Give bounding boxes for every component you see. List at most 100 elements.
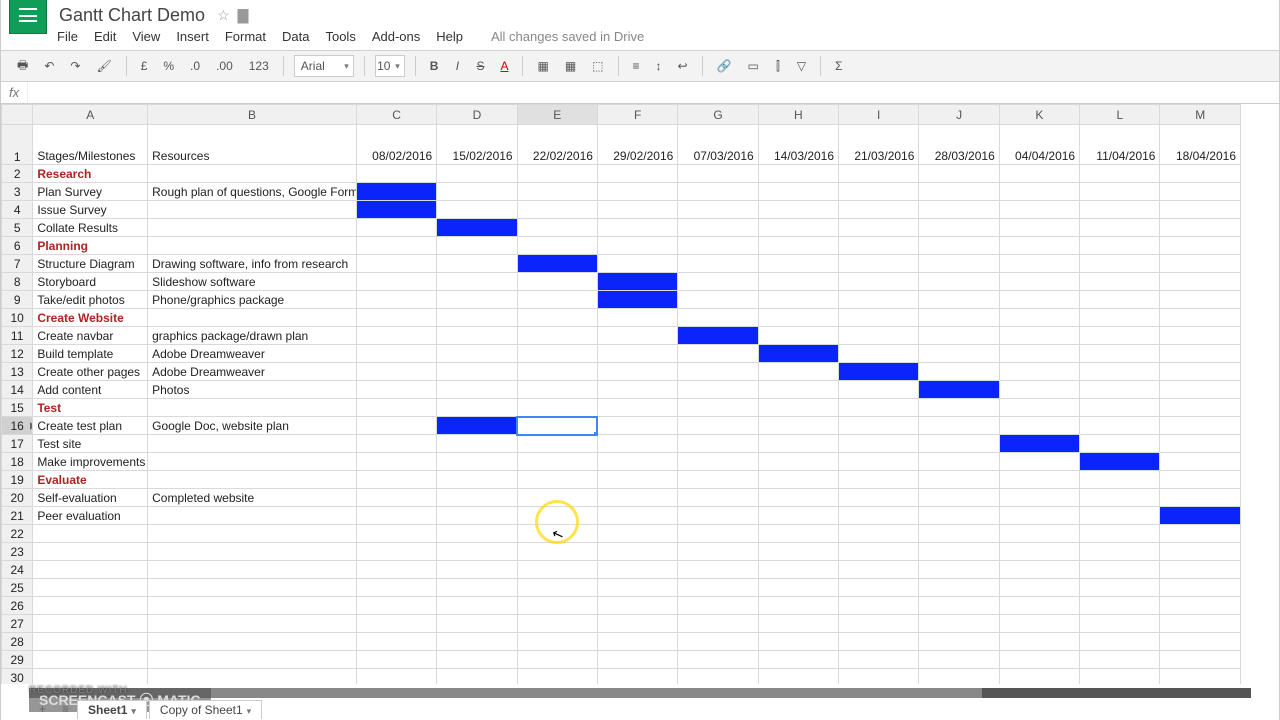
cell-I8[interactable] bbox=[839, 273, 919, 291]
cell-D27[interactable] bbox=[437, 615, 517, 633]
cell-A3[interactable]: Plan Survey bbox=[33, 183, 148, 201]
cell-J3[interactable] bbox=[919, 183, 999, 201]
row-header-14[interactable]: 14 bbox=[2, 381, 33, 399]
cell-K20[interactable] bbox=[999, 489, 1079, 507]
cell-B5[interactable] bbox=[148, 219, 357, 237]
cell-F28[interactable] bbox=[597, 633, 677, 651]
row-header-20[interactable]: 20 bbox=[2, 489, 33, 507]
col-header-D[interactable]: D bbox=[437, 105, 517, 125]
menu-insert[interactable]: Insert bbox=[176, 29, 209, 44]
cell-F13[interactable] bbox=[597, 363, 677, 381]
cell-A1[interactable]: Stages/Milestones bbox=[33, 125, 148, 165]
cell-B26[interactable] bbox=[148, 597, 357, 615]
cell-G27[interactable] bbox=[678, 615, 758, 633]
cell-I7[interactable] bbox=[839, 255, 919, 273]
col-header-M[interactable]: M bbox=[1160, 105, 1241, 125]
cell-F3[interactable] bbox=[597, 183, 677, 201]
cell-J20[interactable] bbox=[919, 489, 999, 507]
cell-M29[interactable] bbox=[1160, 651, 1241, 669]
row-header-9[interactable]: 9 bbox=[2, 291, 33, 309]
col-header-H[interactable]: H bbox=[758, 105, 838, 125]
cell-L2[interactable] bbox=[1080, 165, 1160, 183]
cell-I6[interactable] bbox=[839, 237, 919, 255]
cell-F26[interactable] bbox=[597, 597, 677, 615]
cell-L9[interactable] bbox=[1080, 291, 1160, 309]
cell-G30[interactable] bbox=[678, 669, 758, 685]
cell-G28[interactable] bbox=[678, 633, 758, 651]
cell-M14[interactable] bbox=[1160, 381, 1241, 399]
cell-A20[interactable]: Self-evaluation bbox=[33, 489, 148, 507]
cell-H14[interactable] bbox=[758, 381, 838, 399]
cell-M6[interactable] bbox=[1160, 237, 1241, 255]
cell-B18[interactable] bbox=[148, 453, 357, 471]
cell-I12[interactable] bbox=[839, 345, 919, 363]
cell-G6[interactable] bbox=[678, 237, 758, 255]
cell-H15[interactable] bbox=[758, 399, 838, 417]
cell-C21[interactable] bbox=[356, 507, 436, 525]
star-icon[interactable]: ☆ bbox=[217, 7, 230, 24]
cell-F23[interactable] bbox=[597, 543, 677, 561]
cell-D28[interactable] bbox=[437, 633, 517, 651]
cell-C3[interactable] bbox=[356, 183, 436, 201]
cell-A21[interactable]: Peer evaluation bbox=[33, 507, 148, 525]
cell-M24[interactable] bbox=[1160, 561, 1241, 579]
cell-H18[interactable] bbox=[758, 453, 838, 471]
cell-B19[interactable] bbox=[148, 471, 357, 489]
cell-B22[interactable] bbox=[148, 525, 357, 543]
font-size-select[interactable]: 10 bbox=[375, 55, 405, 77]
add-sheet-button[interactable]: + bbox=[31, 702, 54, 716]
cell-H19[interactable] bbox=[758, 471, 838, 489]
cell-A11[interactable]: Create navbar bbox=[33, 327, 148, 345]
cell-M18[interactable] bbox=[1160, 453, 1241, 471]
cell-D10[interactable] bbox=[437, 309, 517, 327]
cell-E17[interactable] bbox=[517, 435, 597, 453]
cell-C25[interactable] bbox=[356, 579, 436, 597]
cell-L13[interactable] bbox=[1080, 363, 1160, 381]
cell-G4[interactable] bbox=[678, 201, 758, 219]
col-header-B[interactable]: B bbox=[148, 105, 357, 125]
cell-C1[interactable]: 08/02/2016 bbox=[356, 125, 436, 165]
cell-D11[interactable] bbox=[437, 327, 517, 345]
cell-I28[interactable] bbox=[839, 633, 919, 651]
cell-A24[interactable] bbox=[33, 561, 148, 579]
cell-K27[interactable] bbox=[999, 615, 1079, 633]
cell-C28[interactable] bbox=[356, 633, 436, 651]
cell-F2[interactable] bbox=[597, 165, 677, 183]
cell-L5[interactable] bbox=[1080, 219, 1160, 237]
cell-C30[interactable] bbox=[356, 669, 436, 685]
cell-H2[interactable] bbox=[758, 165, 838, 183]
cell-B29[interactable] bbox=[148, 651, 357, 669]
row-header-8[interactable]: 8 bbox=[2, 273, 33, 291]
col-header-K[interactable]: K bbox=[999, 105, 1079, 125]
row-header-5[interactable]: 5 bbox=[2, 219, 33, 237]
cell-C22[interactable] bbox=[356, 525, 436, 543]
cell-E29[interactable] bbox=[517, 651, 597, 669]
cell-H1[interactable]: 14/03/2016 bbox=[758, 125, 838, 165]
cell-F6[interactable] bbox=[597, 237, 677, 255]
cell-C4[interactable] bbox=[356, 201, 436, 219]
cell-K24[interactable] bbox=[999, 561, 1079, 579]
cell-M30[interactable] bbox=[1160, 669, 1241, 685]
cell-L15[interactable] bbox=[1080, 399, 1160, 417]
cell-L19[interactable] bbox=[1080, 471, 1160, 489]
cell-A10[interactable]: Create Website bbox=[33, 309, 148, 327]
cell-F7[interactable] bbox=[597, 255, 677, 273]
cell-L17[interactable] bbox=[1080, 435, 1160, 453]
cell-K25[interactable] bbox=[999, 579, 1079, 597]
cell-E30[interactable] bbox=[517, 669, 597, 685]
cell-D21[interactable] bbox=[437, 507, 517, 525]
cell-F21[interactable] bbox=[597, 507, 677, 525]
cell-L14[interactable] bbox=[1080, 381, 1160, 399]
cell-K7[interactable] bbox=[999, 255, 1079, 273]
cell-B17[interactable] bbox=[148, 435, 357, 453]
cell-B20[interactable]: Completed website bbox=[148, 489, 357, 507]
cell-J9[interactable] bbox=[919, 291, 999, 309]
cell-A8[interactable]: Storyboard bbox=[33, 273, 148, 291]
cell-J17[interactable] bbox=[919, 435, 999, 453]
cell-I2[interactable] bbox=[839, 165, 919, 183]
cell-H17[interactable] bbox=[758, 435, 838, 453]
cell-E1[interactable]: 22/02/2016 bbox=[517, 125, 597, 165]
col-header-I[interactable]: I bbox=[839, 105, 919, 125]
cell-E3[interactable] bbox=[517, 183, 597, 201]
cell-C9[interactable] bbox=[356, 291, 436, 309]
